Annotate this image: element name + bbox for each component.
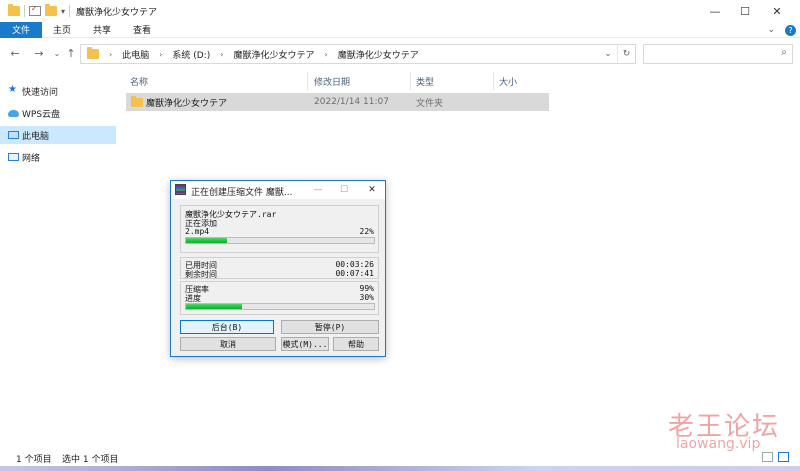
dialog-minimize-button[interactable]: — (305, 181, 331, 199)
file-progress-bar (185, 237, 375, 244)
tab-view[interactable]: 查看 (122, 22, 162, 38)
computer-icon (8, 131, 19, 139)
compression-ratio: 99% (359, 284, 374, 293)
dialog-close-button[interactable]: ✕ (359, 181, 385, 199)
mode-button[interactable]: 模式(M)... (281, 337, 329, 351)
item-count: 1 个项目 (16, 455, 52, 465)
forward-button[interactable]: → (32, 46, 46, 60)
quick-access-toolbar: ▾ (0, 4, 71, 17)
up-button[interactable]: ↑ (64, 46, 78, 60)
address-dropdown-icon[interactable]: ⌄ (599, 45, 617, 63)
breadcrumb-separator: › (220, 49, 224, 59)
window-title: 魔獣浄化少女ウテア (76, 7, 158, 18)
pause-button[interactable]: 暂停(P) (281, 320, 379, 334)
breadcrumb-drive[interactable]: 系统 (D:) (172, 48, 210, 61)
file-percent: 22% (359, 227, 374, 236)
total-progress-bar (185, 303, 375, 310)
file-row[interactable]: 魔獣浄化少女ウテア 2022/1/14 11:07 文件夹 (126, 93, 549, 111)
sidebar-item-label: WPS云盘 (22, 109, 61, 120)
total-progress-percent: 30% (359, 293, 374, 302)
selected-count: 选中 1 个项目 (62, 455, 119, 465)
tab-file[interactable]: 文件 (0, 21, 43, 38)
tab-home[interactable]: 主页 (42, 22, 82, 38)
back-button[interactable]: ← (8, 46, 22, 60)
column-header-date[interactable]: 修改日期 (314, 74, 350, 88)
current-file-group: 魔獣浄化少女ウテア.rar 正在添加 2.mp4 22% (180, 205, 379, 253)
properties-icon[interactable] (29, 4, 41, 16)
customize-toolbar-icon[interactable]: ▾ (61, 7, 65, 16)
expand-ribbon-icon[interactable]: ⌄ (767, 25, 775, 35)
column-divider[interactable] (410, 72, 411, 90)
folder-icon (131, 96, 143, 107)
file-date: 2022/1/14 11:07 (314, 97, 389, 107)
compression-progress-dialog: 正在创建压缩文件 魔獣... — ☐ ✕ 魔獣浄化少女ウテア.rar 正在添加 … (170, 180, 386, 357)
column-divider[interactable] (307, 72, 308, 90)
time-group: 已用时间 00:03:26 剩余时间 00:07:41 (180, 257, 379, 279)
dialog-maximize-button[interactable]: ☐ (331, 181, 357, 199)
breadcrumb-folder[interactable]: 魔獣浄化少女ウテア (233, 48, 314, 61)
help-button[interactable]: 帮助 (333, 337, 379, 351)
sidebar-item-wps-cloud[interactable]: WPS云盘 (0, 104, 116, 122)
watermark-url: laowang.vip (676, 436, 761, 452)
new-folder-icon[interactable] (45, 4, 57, 16)
breadcrumb-this-pc[interactable]: 此电脑 (122, 48, 149, 61)
cloud-icon (8, 110, 19, 117)
tab-share[interactable]: 共享 (82, 22, 122, 38)
remaining-label: 剩余时间 (185, 270, 217, 279)
ribbon-tabs: 文件 主页 共享 查看 ⌄ ? (0, 21, 800, 38)
sidebar-item-this-pc[interactable]: 此电脑 (0, 126, 116, 144)
network-icon (8, 153, 19, 161)
maximize-button[interactable]: ☐ (730, 0, 760, 22)
column-header-size[interactable]: 大小 (499, 74, 517, 88)
sidebar-item-label: 此电脑 (22, 131, 50, 142)
column-header-type[interactable]: 类型 (416, 74, 434, 88)
help-icon[interactable]: ? (785, 24, 796, 36)
toolbar-divider (24, 5, 25, 17)
minimize-button[interactable]: — (700, 0, 730, 22)
sidebar-item-quick-access[interactable]: ★ 快速访问 (0, 82, 116, 100)
folder-icon[interactable] (8, 4, 20, 16)
details-view-icon[interactable] (762, 452, 773, 462)
background-button[interactable]: 后台(B) (180, 320, 274, 334)
navigation-pane: ★ 快速访问 WPS云盘 此电脑 网络 (0, 72, 116, 442)
title-bar: ▾ 魔獣浄化少女ウテア — ☐ ✕ (0, 0, 800, 22)
current-file-name: 2.mp4 (185, 227, 210, 236)
ribbon-right-controls: ⌄ ? (767, 22, 796, 38)
folder-icon (87, 47, 99, 59)
cancel-button[interactable]: 取消 (180, 337, 276, 351)
breadcrumb-separator: › (324, 49, 328, 59)
toolbar-divider (69, 5, 71, 17)
search-icon: ⌕ (781, 47, 787, 58)
recent-locations-button[interactable]: ⌄ (50, 46, 64, 60)
search-input[interactable]: ⌕ (643, 44, 793, 64)
breadcrumb-separator: › (109, 49, 113, 59)
star-icon: ★ (8, 84, 17, 95)
elapsed-time: 00:03:26 (335, 260, 374, 269)
breadcrumb-separator: › (159, 49, 163, 59)
desktop-background-strip (0, 466, 800, 471)
column-header-name[interactable]: 名称 (130, 74, 148, 88)
sidebar-item-label: 快速访问 (22, 87, 59, 98)
dialog-title-bar: 正在创建压缩文件 魔獣... — ☐ ✕ (171, 181, 385, 199)
winrar-icon (175, 184, 186, 195)
breadcrumb-subfolder[interactable]: 魔獣浄化少女ウテア (338, 48, 419, 61)
sidebar-item-network[interactable]: 网络 (0, 148, 116, 166)
file-type: 文件夹 (416, 98, 444, 109)
remaining-time: 00:07:41 (335, 269, 374, 278)
refresh-button[interactable]: ↻ (617, 45, 635, 63)
file-name: 魔獣浄化少女ウテア (146, 98, 228, 109)
address-bar[interactable]: › 此电脑 › 系统 (D:) › 魔獣浄化少女ウテア › 魔獣浄化少女ウテア … (80, 44, 636, 64)
total-progress-fill (186, 304, 243, 309)
column-divider[interactable] (493, 72, 494, 90)
progress-group: 压缩率 99% 进度 30% (180, 281, 379, 315)
dialog-title: 正在创建压缩文件 魔獣... (191, 188, 293, 198)
sidebar-item-label: 网络 (22, 153, 41, 164)
file-progress-fill (186, 238, 228, 243)
tiles-view-icon[interactable] (778, 452, 789, 462)
close-button[interactable]: ✕ (762, 0, 792, 22)
